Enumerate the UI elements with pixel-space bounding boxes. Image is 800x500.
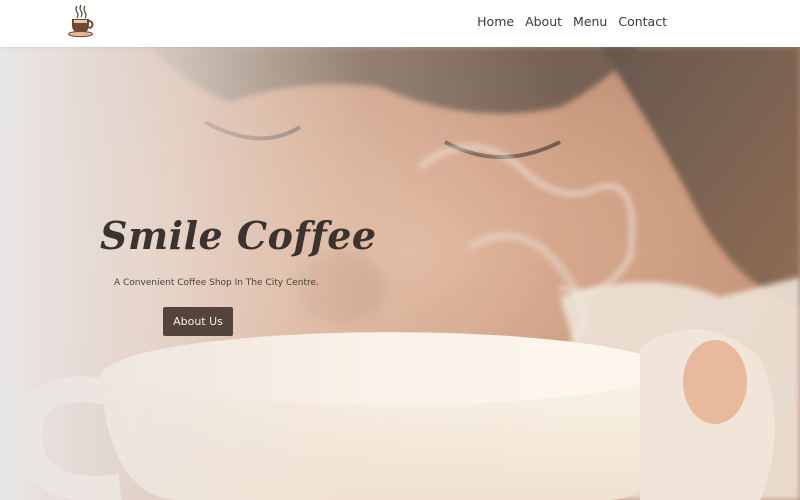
- nav-about-link[interactable]: About: [525, 14, 562, 29]
- hero-background-image: [0, 47, 800, 500]
- site-header: Home About Menu Contact: [0, 0, 800, 47]
- nav-contact-link[interactable]: Contact: [618, 14, 667, 29]
- nav-menu-link[interactable]: Menu: [573, 14, 607, 29]
- coffee-cup-logo-icon[interactable]: [66, 4, 96, 38]
- hero-subtitle: A Convenient Coffee Shop In The City Cen…: [114, 278, 319, 288]
- hero-section: Smile Coffee A Convenient Coffee Shop In…: [0, 47, 800, 500]
- main-nav: Home About Menu Contact: [477, 14, 667, 29]
- about-us-button[interactable]: About Us: [163, 307, 233, 336]
- hero-title: Smile Coffee: [100, 213, 377, 258]
- nav-home-link[interactable]: Home: [477, 14, 514, 29]
